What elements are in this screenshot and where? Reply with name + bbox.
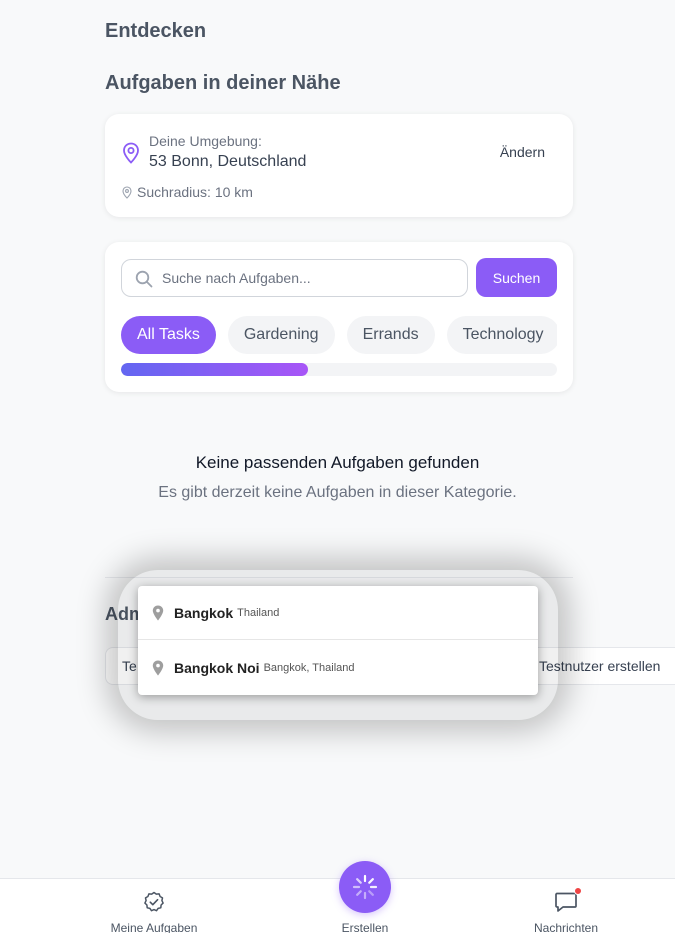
- search-icon: [135, 270, 153, 288]
- search-card: Suchen All Tasks Gardening Errands Technolo…: [105, 242, 573, 392]
- message-square-icon: [555, 892, 577, 912]
- empty-state-title: Keine passenden Aufgaben gefunden: [195, 453, 480, 472]
- category-chip-all-tasks[interactable]: All Tasks: [121, 316, 216, 354]
- category-scroll-track[interactable]: [121, 363, 557, 376]
- suggestion-item[interactable]: Bangkok Noi Bangkok, Thailand: [138, 641, 538, 695]
- location-value: 53 Bonn, Deutschland: [149, 153, 307, 170]
- suggestion-main-text: Bangkok Noi: [174, 660, 260, 676]
- map-pin-icon: [152, 605, 164, 620]
- category-chip-technology[interactable]: Technology: [446, 316, 557, 354]
- search-field[interactable]: [121, 259, 468, 297]
- section-title: Aufgaben in deiner Nähe: [105, 72, 341, 94]
- category-chip-gardening[interactable]: Gardening: [227, 316, 335, 354]
- suggestion-secondary-text: Bangkok, Thailand: [263, 662, 355, 674]
- create-task-label: Erstellen: [341, 921, 389, 933]
- radius-pin-icon: [122, 185, 132, 199]
- nav-my-tasks[interactable]: Meine Aufgaben: [104, 879, 204, 933]
- nav-messages[interactable]: Nachrichten: [516, 879, 616, 933]
- empty-state-subtitle: Es gibt derzeit keine Aufgaben in dieser…: [158, 484, 517, 501]
- suggestion-main-text: Bangkok: [174, 604, 234, 621]
- create-task-button[interactable]: [339, 861, 391, 913]
- nav-my-tasks-label: Meine Aufgaben: [110, 921, 198, 933]
- map-pin-icon: [152, 660, 164, 676]
- page-title: Entdecken: [105, 20, 207, 42]
- badge-check-icon: [144, 891, 164, 912]
- change-location-button[interactable]: Ändern: [500, 144, 545, 160]
- category-scroll-thumb[interactable]: [121, 363, 309, 376]
- category-chip-errands[interactable]: Errands: [346, 316, 435, 354]
- suggestion-secondary-text: Thailand: [237, 606, 280, 619]
- search-button[interactable]: Suchen: [476, 258, 557, 297]
- search-input[interactable]: [162, 260, 462, 296]
- location-card: Deine Umgebung: 53 Bonn, Deutschland Änd…: [105, 114, 573, 217]
- nav-messages-label: Nachrichten: [533, 921, 599, 933]
- loading-spinner-icon: [352, 874, 378, 900]
- search-radius: Suchradius: 10 km: [121, 184, 253, 200]
- location-label: Deine Umgebung:: [149, 133, 262, 149]
- category-chips: All Tasks Gardening Errands Technology: [121, 316, 557, 354]
- suggestion-item[interactable]: Bangkok Thailand: [138, 586, 538, 640]
- notification-badge: [574, 887, 582, 895]
- location-pin-icon: [123, 142, 139, 164]
- location-suggestions-dropdown: Bangkok Thailand Bangkok Noi Bangkok, Th…: [138, 586, 538, 695]
- radius-text: Suchradius: 10 km: [137, 184, 253, 200]
